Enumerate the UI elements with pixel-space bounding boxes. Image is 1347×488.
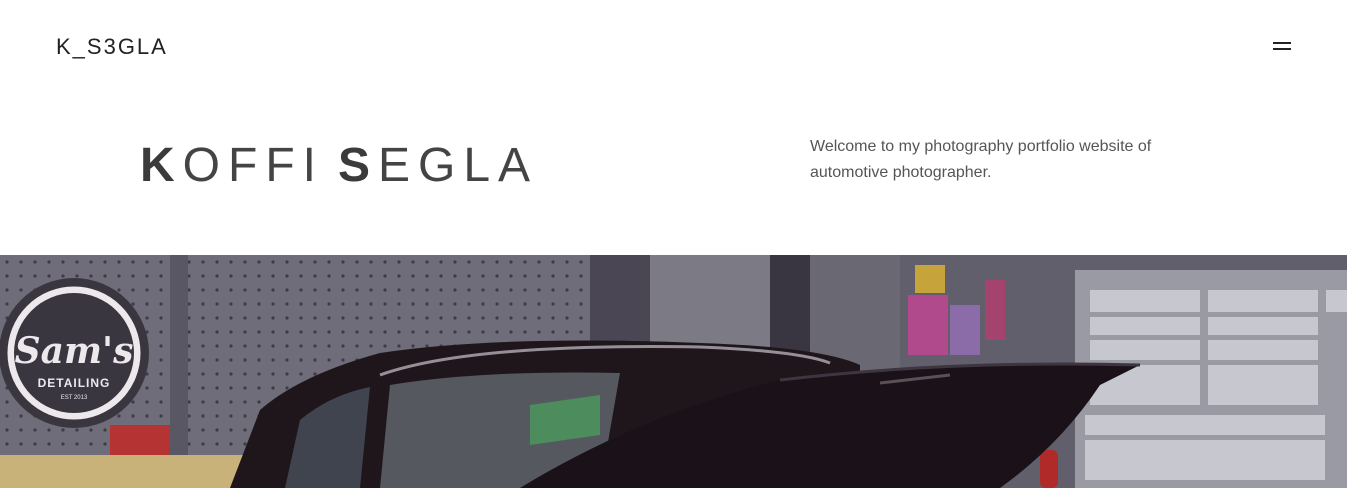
title-first-initial: K [140,139,183,192]
hamburger-menu-icon[interactable] [1271,38,1293,56]
sign-script-text: Sam's [15,330,134,372]
hero-photo: Sam's DETAILING EST 2013 [0,255,1347,488]
sign-est-text: EST 2013 [61,395,88,401]
sign-detailing-text: DETAILING [38,376,111,390]
title-first-rest: OFFI [182,139,324,192]
page-title: KOFFI SEGLA [140,138,538,193]
title-last-initial: S [337,139,378,192]
site-logo[interactable]: K_S3GLA [56,34,168,60]
intro-text: Welcome to my photography portfolio webs… [810,138,1152,181]
garage-car-image: Sam's DETAILING EST 2013 [0,255,1347,488]
title-last-rest: EGLA [378,139,539,192]
